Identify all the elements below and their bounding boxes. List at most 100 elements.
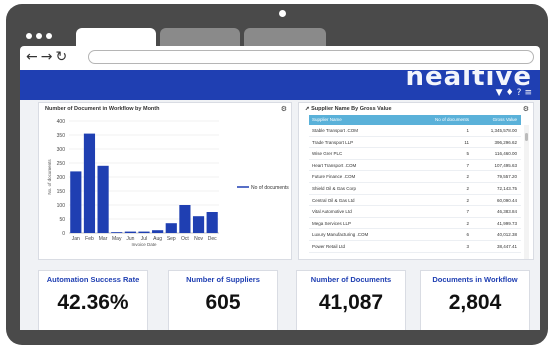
x-tick-label: Jan xyxy=(72,236,80,242)
header-gross-value[interactable]: Gross Value xyxy=(473,115,521,125)
kpi-value: 605 xyxy=(205,291,241,314)
app-header: nealtive ▼ ♦ ? ≡ xyxy=(20,70,540,100)
kpi-value: 42.36% xyxy=(57,291,129,314)
header-supplier-name[interactable]: Supplier Name xyxy=(309,115,419,125)
table-row[interactable]: Central Oil & Gas Ltd 2 60,090.44 xyxy=(309,195,521,207)
cell-gross-value: 116,460.00 xyxy=(494,151,517,157)
cell-gross-value: 72,143.75 xyxy=(496,185,517,191)
filter-icon[interactable]: ▼ xyxy=(496,88,503,98)
bar xyxy=(83,133,96,233)
table-title: ➚ Supplier Name By Gross Value xyxy=(305,106,392,112)
y-tick-label: 300 xyxy=(57,147,66,153)
table-title-text: Supplier Name By Gross Value xyxy=(311,106,392,112)
cell-gross-value: 41,999.73 xyxy=(496,220,517,226)
table-body: Stable Transport .COM 1 1,345,578.00 Trade … xyxy=(309,125,521,253)
kpi-label: Automation Success Rate xyxy=(46,275,140,284)
cell-no-of-documents: 7 xyxy=(466,209,469,215)
bar xyxy=(206,212,218,233)
x-axis-label: Invoice Date xyxy=(131,242,157,247)
cell-no-of-documents: 7 xyxy=(466,162,469,168)
bar xyxy=(192,216,205,233)
cell-supplier-name: Stable Transport .COM xyxy=(312,128,359,133)
cell-supplier-name: Power Retail Ltd xyxy=(312,243,346,249)
bar xyxy=(111,232,123,233)
table-row[interactable]: Heart Transport .COM 7 107,495.63 xyxy=(309,160,521,172)
cell-no-of-documents: 3 xyxy=(466,243,469,249)
cell-no-of-documents: 2 xyxy=(466,197,469,203)
window-dot-maximize[interactable] xyxy=(46,33,52,39)
table-row[interactable]: Stable Transport .COM 1 1,345,578.00 xyxy=(309,125,521,137)
cell-no-of-documents: 11 xyxy=(464,139,469,145)
bar xyxy=(138,231,150,233)
cell-gross-value: 79,557.20 xyxy=(496,174,517,180)
y-axis-label: No. of documents xyxy=(47,159,52,195)
menu-icon[interactable]: ≡ xyxy=(524,88,532,98)
cell-no-of-documents: 6 xyxy=(466,232,469,238)
table-row[interactable]: Future Finance .COM 2 79,557.20 xyxy=(309,171,521,183)
cell-no-of-documents: 2 xyxy=(466,185,469,191)
browser-tab-3[interactable] xyxy=(244,28,326,46)
table-row[interactable]: Wise Grer PLC 5 116,460.00 xyxy=(309,148,521,160)
table-row[interactable]: Vital Automotive Ltd 7 46,383.84 xyxy=(309,206,521,218)
table-row[interactable]: Luxury Manufacturing .COM 6 40,012.38 xyxy=(309,229,521,241)
table-scrollbar[interactable] xyxy=(524,125,529,259)
chart-panel: Number of Document in Workflow by Month … xyxy=(38,102,292,260)
cell-gross-value: 107,495.63 xyxy=(494,162,517,168)
camera-dot xyxy=(279,10,286,17)
kpi-label: Number of Suppliers xyxy=(186,275,260,284)
browser-tab-2[interactable] xyxy=(160,28,240,46)
bar xyxy=(165,223,177,233)
table-row[interactable]: Shield Oil & Gas Corp 2 72,143.75 xyxy=(309,183,521,195)
y-tick-label: 50 xyxy=(59,217,65,223)
y-tick-label: 350 xyxy=(57,133,66,139)
table-header: Supplier Name No of documents Gross Valu… xyxy=(309,115,521,125)
cell-gross-value: 38,447.41 xyxy=(496,243,517,249)
x-tick-label: Mar xyxy=(99,236,108,242)
gear-icon[interactable]: ⚙ xyxy=(523,105,529,113)
table-panel: ➚ Supplier Name By Gross Value ⚙ Supplie… xyxy=(298,102,534,260)
y-tick-label: 0 xyxy=(62,231,65,237)
x-tick-label: May xyxy=(112,236,122,242)
window-dot-close[interactable] xyxy=(26,33,32,39)
bell-icon[interactable]: ♦ xyxy=(506,88,514,98)
cell-supplier-name: Trade Transport LLP xyxy=(312,139,354,145)
browser-tab-active[interactable] xyxy=(76,28,156,46)
table-row[interactable]: Power Retail Ltd 3 38,447.41 xyxy=(309,241,521,253)
bar xyxy=(97,165,109,233)
reload-icon[interactable]: ↻ xyxy=(55,49,67,65)
browser-toolbar: ← → ↻ xyxy=(20,46,540,70)
x-tick-label: Oct xyxy=(181,236,189,242)
x-tick-label: Feb xyxy=(85,236,94,242)
header-icons: ▼ ♦ ? ≡ xyxy=(496,88,532,98)
cell-gross-value: 396,296.62 xyxy=(494,139,517,145)
x-tick-label: Sep xyxy=(167,236,176,242)
cell-supplier-name: Central Oil & Gas Ltd xyxy=(312,197,355,203)
cell-supplier-name: Future Finance .COM xyxy=(312,174,356,180)
back-arrow-icon[interactable]: ← xyxy=(26,49,38,65)
cell-gross-value: 40,012.38 xyxy=(496,232,517,238)
kpi-label: Number of Documents xyxy=(310,275,392,284)
scroll-thumb[interactable] xyxy=(525,133,528,141)
forward-arrow-icon[interactable]: → xyxy=(41,49,53,65)
y-tick-label: 400 xyxy=(57,119,66,125)
kpi-label: Documents in Workflow xyxy=(432,275,518,284)
y-tick-label: 100 xyxy=(57,203,66,209)
cell-supplier-name: Mega Services LLP xyxy=(312,220,352,226)
header-no-of-documents[interactable]: No of documents xyxy=(419,115,473,125)
x-tick-label: Nov xyxy=(194,236,203,242)
table-row[interactable]: Trade Transport LLP 11 396,296.62 xyxy=(309,137,521,149)
cell-gross-value: 1,345,578.00 xyxy=(490,128,517,133)
bar xyxy=(70,171,82,233)
cell-gross-value: 46,383.84 xyxy=(496,209,517,215)
help-icon[interactable]: ? xyxy=(517,88,522,98)
cell-supplier-name: Heart Transport .COM xyxy=(312,162,357,168)
window-dot-minimize[interactable] xyxy=(36,33,42,39)
table-row[interactable]: Mega Services LLP 2 41,999.73 xyxy=(309,218,521,230)
cell-supplier-name: Luxury Manufacturing .COM xyxy=(312,232,369,238)
cell-supplier-name: Vital Automotive Ltd xyxy=(312,209,352,215)
bar xyxy=(179,205,191,233)
cell-no-of-documents: 1 xyxy=(466,128,469,133)
legend-label: No of documents xyxy=(251,185,289,191)
address-bar[interactable] xyxy=(88,50,534,64)
bar-chart: 050100150200250300350400Jan Feb Mar May Jun J… xyxy=(47,119,289,247)
